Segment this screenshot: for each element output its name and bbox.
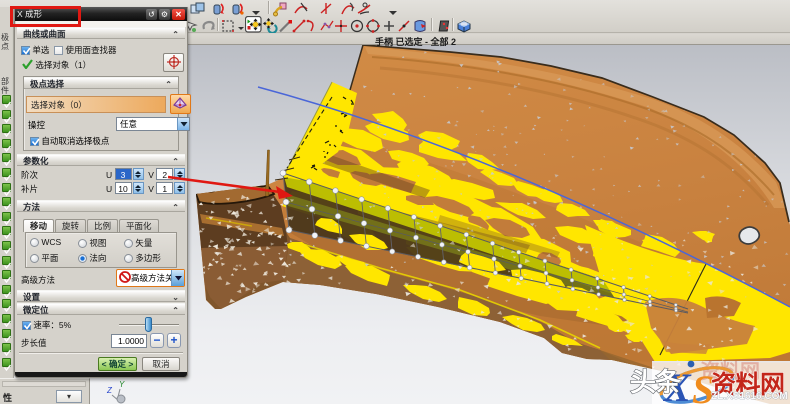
svg-text:头条: 头条 (630, 367, 682, 397)
svg-text:ZL.XS1616.COM: ZL.XS1616.COM (711, 391, 788, 402)
